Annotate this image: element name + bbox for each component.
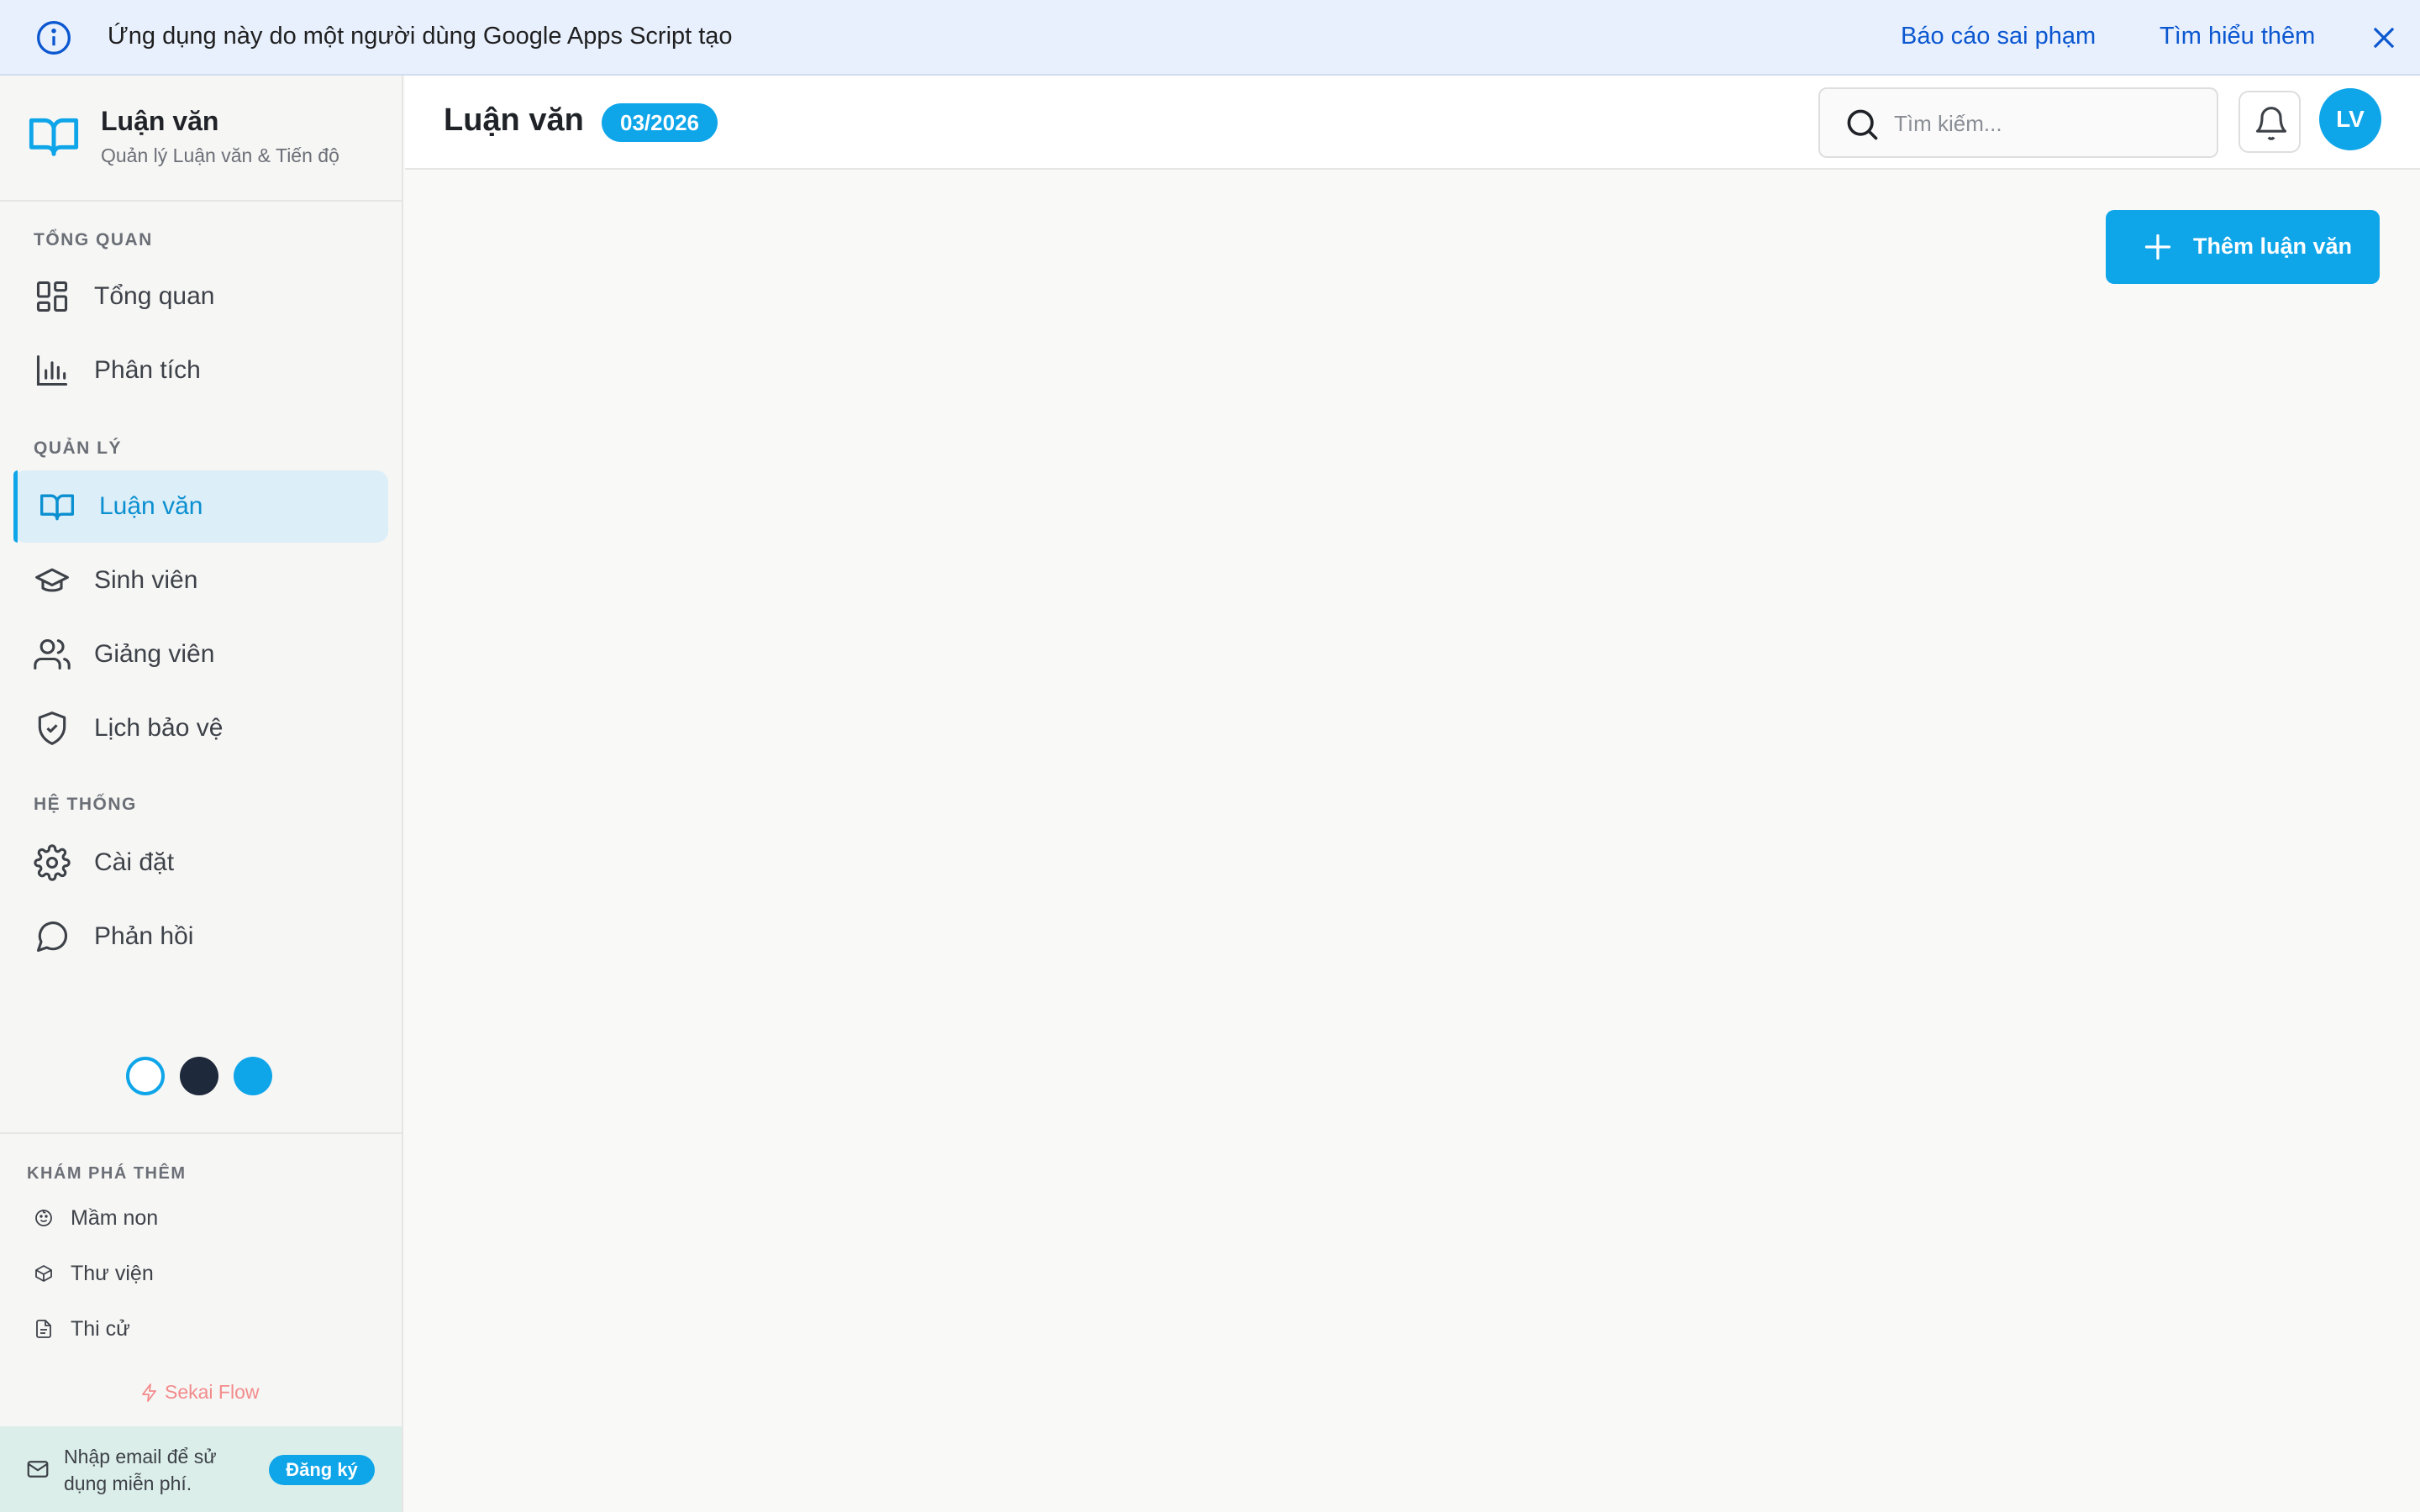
sidebar-item-label: Lịch bảo vệ bbox=[94, 714, 224, 742]
search-input[interactable] bbox=[1894, 104, 2196, 143]
email-signup: Nhập email để sử dụng miễn phí. Đăng ký bbox=[0, 1426, 402, 1512]
gear-icon bbox=[34, 844, 71, 881]
sekai-flow-link[interactable]: Sekai Flow bbox=[139, 1381, 259, 1404]
sidebar-item-lecturers[interactable]: Giảng viên bbox=[13, 618, 388, 690]
plus-icon bbox=[2144, 234, 2171, 260]
chat-bubble-icon bbox=[36, 921, 68, 953]
learn-more-link[interactable]: Tìm hiểu thêm bbox=[2160, 23, 2315, 50]
brand: Luận văn Quản lý Luận văn & Tiến độ bbox=[0, 76, 402, 202]
theme-blue-option[interactable] bbox=[234, 1057, 272, 1095]
mail-icon bbox=[27, 1461, 49, 1478]
info-icon bbox=[37, 21, 71, 55]
brand-title: Luận văn bbox=[101, 106, 219, 136]
period-badge: 03/2026 bbox=[602, 103, 718, 142]
add-thesis-button[interactable]: Thêm luận văn bbox=[2106, 210, 2380, 284]
sidebar-item-label: Tổng quan bbox=[94, 282, 215, 310]
sidebar-item-label: Sinh viên bbox=[94, 566, 198, 594]
sidebar-item-students[interactable]: Sinh viên bbox=[13, 544, 388, 617]
signup-button[interactable]: Đăng ký bbox=[269, 1455, 375, 1485]
sidebar-item-label: Giảng viên bbox=[94, 640, 215, 668]
signup-text: Nhập email để sử dụng miễn phí. bbox=[64, 1446, 217, 1494]
dashboard-icon bbox=[36, 281, 68, 312]
sidebar-item-overview[interactable]: Tổng quan bbox=[13, 260, 388, 333]
main-content: Thêm luận văn bbox=[405, 171, 2420, 1512]
bell-icon bbox=[2255, 107, 2287, 140]
explore-item-label: Thư viện bbox=[71, 1262, 154, 1285]
sidebar-item-label: Luận văn bbox=[99, 492, 203, 520]
theme-light-option[interactable] bbox=[126, 1057, 165, 1095]
box-icon bbox=[35, 1265, 52, 1282]
sidebar-item-defense-schedule[interactable]: Lịch bảo vệ bbox=[13, 692, 388, 764]
baby-face-icon bbox=[35, 1210, 52, 1226]
section-label-overview: TỔNG QUAN bbox=[34, 230, 153, 249]
sidebar-item-analytics[interactable]: Phân tích bbox=[13, 334, 388, 407]
sidebar-item-feedback[interactable]: Phản hồi bbox=[13, 900, 388, 973]
banner-message: Ứng dụng này do một người dùng Google Ap… bbox=[108, 23, 733, 50]
close-icon[interactable] bbox=[2368, 22, 2400, 54]
graduation-cap-icon bbox=[35, 568, 69, 592]
sidebar-item-label: Phản hồi bbox=[94, 922, 194, 950]
explore-item-label: Thi cử bbox=[71, 1317, 130, 1341]
section-label-manage: QUẢN LÝ bbox=[34, 438, 122, 458]
sidebar-item-label: Phân tích bbox=[94, 356, 201, 384]
top-header: Luận văn 03/2026 LV bbox=[405, 76, 2420, 170]
bar-chart-icon bbox=[36, 354, 68, 386]
report-abuse-link[interactable]: Báo cáo sai phạm bbox=[1901, 23, 2096, 50]
apps-script-banner: Ứng dụng này do một người dùng Google Ap… bbox=[0, 0, 2420, 76]
sidebar-item-thesis[interactable]: Luận văn bbox=[13, 470, 388, 543]
notifications-button[interactable] bbox=[2238, 91, 2301, 153]
sidebar-item-settings[interactable]: Cài đặt bbox=[13, 827, 388, 899]
theme-dark-option[interactable] bbox=[180, 1057, 218, 1095]
user-avatar[interactable]: LV bbox=[2319, 88, 2381, 150]
search-icon bbox=[1847, 109, 1878, 140]
search-box bbox=[1818, 87, 2218, 158]
page-title: Luận văn bbox=[444, 102, 584, 138]
book-open-icon bbox=[29, 118, 79, 156]
sidebar-item-label: Cài đặt bbox=[94, 848, 175, 876]
section-label-explore: KHÁM PHÁ THÊM bbox=[27, 1164, 187, 1183]
shield-check-icon bbox=[38, 711, 66, 745]
sekai-flow-label: Sekai Flow bbox=[165, 1381, 260, 1403]
sidebar: Luận văn Quản lý Luận văn & Tiến độ TỔNG… bbox=[0, 76, 403, 1512]
section-label-system: HỆ THỐNG bbox=[34, 795, 137, 814]
document-icon bbox=[36, 1320, 51, 1338]
lightning-icon bbox=[142, 1383, 156, 1402]
book-open-icon bbox=[40, 494, 74, 521]
theme-switcher bbox=[126, 1057, 272, 1095]
add-thesis-label: Thêm luận văn bbox=[2193, 234, 2353, 259]
users-icon bbox=[34, 638, 71, 670]
brand-subtitle: Quản lý Luận văn & Tiến độ bbox=[101, 144, 339, 166]
explore-item-label: Mầm non bbox=[71, 1206, 159, 1230]
